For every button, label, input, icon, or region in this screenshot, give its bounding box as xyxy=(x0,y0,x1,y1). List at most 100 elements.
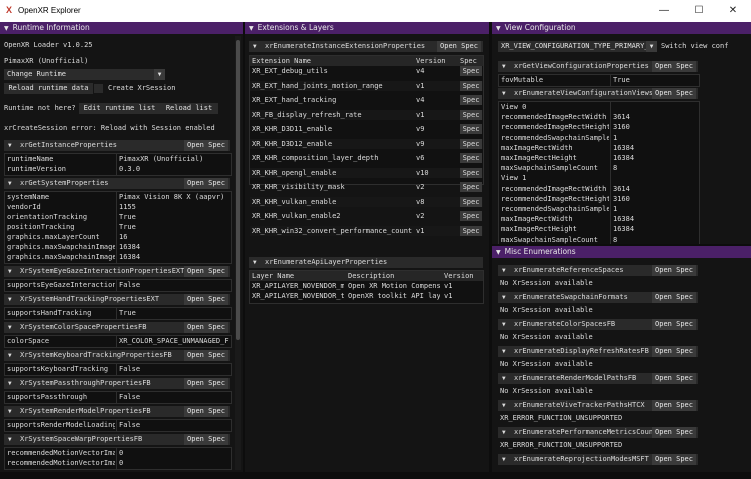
runtime-section-header[interactable]: ▼ XrSystemKeyboardTrackingPropertiesFB Ope… xyxy=(4,350,230,361)
runtime-section-header[interactable]: ▼ XrSystemSpaceWarpPropertiesFB Open Spec xyxy=(4,434,230,445)
open-spec-button[interactable]: Open Spec xyxy=(652,400,696,411)
api-layers-section-header[interactable]: ▼ xrEnumerateApiLayerProperties xyxy=(249,257,483,268)
spec-link-button[interactable]: Spec xyxy=(460,153,482,163)
misc-section-header[interactable]: ▼ xrEnumerateRenderModelPathsFB Open Spec xyxy=(498,373,698,384)
scrollbar-thumb[interactable] xyxy=(236,40,240,340)
collapse-icon[interactable]: ▼ xyxy=(502,265,506,276)
collapse-icon[interactable]: ▼ xyxy=(8,140,12,151)
view-config-views-header[interactable]: ▼ xrEnumerateViewConfigurationViews Open… xyxy=(498,88,698,99)
collapse-icon[interactable]: ▼ xyxy=(8,350,12,361)
spec-link-button[interactable]: Spec xyxy=(460,225,482,236)
collapse-icon[interactable]: ▼ xyxy=(502,427,506,438)
open-spec-button[interactable]: Open Spec xyxy=(652,88,696,99)
column-header[interactable]: Layer Name xyxy=(252,271,344,281)
collapse-icon[interactable]: ▼ xyxy=(496,249,501,256)
create-session-checkbox[interactable] xyxy=(94,84,103,93)
open-spec-button[interactable]: Open Spec xyxy=(184,140,228,151)
spec-link-button[interactable]: Spec xyxy=(460,182,482,192)
column-header[interactable]: Version xyxy=(416,56,456,66)
misc-section-header[interactable]: ▼ xrEnumerateReferenceSpaces Open Spec xyxy=(498,265,698,276)
collapse-icon[interactable]: ▼ xyxy=(253,41,257,52)
open-spec-button[interactable]: Open Spec xyxy=(652,265,696,276)
open-spec-button[interactable]: Open Spec xyxy=(184,294,228,305)
runtime-panel-scrollbar[interactable] xyxy=(235,36,241,470)
spec-link-button[interactable]: Spec xyxy=(460,138,482,149)
open-spec-button[interactable]: Open Spec xyxy=(184,322,228,333)
collapse-icon[interactable]: ▼ xyxy=(8,266,12,277)
collapse-icon[interactable]: ▼ xyxy=(249,25,254,32)
collapse-icon[interactable]: ▼ xyxy=(8,294,12,305)
chevron-down-icon[interactable]: ▼ xyxy=(646,41,657,52)
misc-section-header[interactable]: ▼ xrEnumerateViveTrackerPathsHTCX Open Spe… xyxy=(498,400,698,411)
open-spec-button[interactable]: Open Spec xyxy=(652,373,696,384)
collapse-icon[interactable]: ▼ xyxy=(502,88,506,99)
collapse-icon[interactable]: ▼ xyxy=(8,322,12,333)
runtime-section-header[interactable]: ▼ XrSystemPassthroughPropertiesFB Open Spe… xyxy=(4,378,230,389)
extensions-panel-header[interactable]: ▼ Extensions & Layers xyxy=(245,22,489,34)
view-panel-header[interactable]: ▼ View Configuration xyxy=(492,22,751,34)
spec-link-button[interactable]: Spec xyxy=(460,66,482,76)
open-spec-button[interactable]: Open Spec xyxy=(652,454,696,465)
spec-link-button[interactable]: Spec xyxy=(460,80,482,91)
close-button[interactable]: ✕ xyxy=(719,3,747,19)
spec-link-button[interactable]: Spec xyxy=(460,196,482,207)
runtime-section-header[interactable]: ▼ xrGetInstanceProperties Open Spec xyxy=(4,140,230,151)
change-runtime-dropdown[interactable]: Change Runtime ▼ xyxy=(4,69,165,80)
reload-runtime-button[interactable]: Reload runtime data xyxy=(4,83,93,94)
runtime-section-header[interactable]: ▼ XrSystemHandTrackingPropertiesEXT Open S… xyxy=(4,294,230,305)
collapse-icon[interactable]: ▼ xyxy=(4,25,9,32)
runtime-section-header[interactable]: ▼ xrGetSystemProperties Open Spec xyxy=(4,178,230,189)
maximize-button[interactable]: ☐ xyxy=(685,3,713,19)
misc-section-header[interactable]: ▼ xrEnumerateColorSpacesFB Open Spec xyxy=(498,319,698,330)
open-spec-button[interactable]: Open Spec xyxy=(652,346,696,357)
spec-link-button[interactable]: Spec xyxy=(460,109,482,120)
column-header[interactable]: Version xyxy=(444,271,480,281)
misc-section-header[interactable]: ▼ xrEnumerateSwapchainFormats Open Spec xyxy=(498,292,698,303)
misc-section-header[interactable]: ▼ xrEnumerateReprojectionModesMSFT Open Sp… xyxy=(498,454,698,465)
runtime-section-header[interactable]: ▼ XrSystemColorSpacePropertiesFB Open Spec xyxy=(4,322,230,333)
runtime-panel-header[interactable]: ▼ Runtime Information xyxy=(0,22,243,34)
spec-link-button[interactable]: Spec xyxy=(460,167,482,178)
collapse-icon[interactable]: ▼ xyxy=(502,400,506,411)
collapse-icon[interactable]: ▼ xyxy=(8,434,12,445)
open-spec-button[interactable]: Open Spec xyxy=(652,319,696,330)
column-header[interactable]: Spec xyxy=(460,56,482,66)
open-spec-button[interactable]: Open Spec xyxy=(652,61,696,72)
view-config-properties-header[interactable]: ▼ xrGetViewConfigurationProperties Open … xyxy=(498,61,698,72)
edit-runtime-list-button[interactable]: Edit runtime list xyxy=(79,103,160,114)
misc-section-header[interactable]: ▼ xrEnumerateDisplayRefreshRatesFB Open Sp… xyxy=(498,346,698,357)
runtime-section-header[interactable]: ▼ XrSystemEyeGazeInteractionPropertiesEXT… xyxy=(4,266,230,277)
collapse-icon[interactable]: ▼ xyxy=(502,346,506,357)
column-header[interactable]: Extension Name xyxy=(252,56,412,66)
runtime-section-header[interactable]: ▼ XrSystemRenderModelPropertiesFB Open Spe… xyxy=(4,406,230,417)
instance-extensions-section-header[interactable]: ▼ xrEnumerateInstanceExtensionProperties… xyxy=(249,41,483,52)
open-spec-button[interactable]: Open Spec xyxy=(184,178,228,189)
open-spec-button[interactable]: Open Spec xyxy=(184,350,228,361)
collapse-icon[interactable]: ▼ xyxy=(253,257,257,268)
reload-list-button[interactable]: Reload list xyxy=(160,103,218,114)
minimize-button[interactable]: — xyxy=(650,3,678,19)
collapse-icon[interactable]: ▼ xyxy=(8,406,12,417)
open-spec-button[interactable]: Open Spec xyxy=(652,292,696,303)
collapse-icon[interactable]: ▼ xyxy=(502,454,506,465)
collapse-icon[interactable]: ▼ xyxy=(496,25,501,32)
collapse-icon[interactable]: ▼ xyxy=(502,373,506,384)
spec-link-button[interactable]: Spec xyxy=(460,95,482,105)
open-spec-button[interactable]: Open Spec xyxy=(184,406,228,417)
collapse-icon[interactable]: ▼ xyxy=(502,61,506,72)
spec-link-button[interactable]: Spec xyxy=(460,124,482,134)
chevron-down-icon[interactable]: ▼ xyxy=(154,69,165,80)
open-spec-button[interactable]: Open Spec xyxy=(652,427,696,438)
collapse-icon[interactable]: ▼ xyxy=(8,378,12,389)
misc-section-header[interactable]: ▼ xrEnumeratePerformanceMetricsCounterPat… xyxy=(498,427,698,438)
open-spec-button[interactable]: Open Spec xyxy=(437,41,481,52)
collapse-icon[interactable]: ▼ xyxy=(502,292,506,303)
view-configuration-combo[interactable]: XR_VIEW_CONFIGURATION_TYPE_PRIMARY_STERE… xyxy=(498,41,657,52)
spec-link-button[interactable]: Spec xyxy=(460,211,482,221)
column-header[interactable]: Description xyxy=(348,271,440,281)
open-spec-button[interactable]: Open Spec xyxy=(184,434,228,445)
open-spec-button[interactable]: Open Spec xyxy=(184,378,228,389)
collapse-icon[interactable]: ▼ xyxy=(8,178,12,189)
misc-panel-header[interactable]: ▼ Misc Enumerations xyxy=(492,246,751,258)
open-spec-button[interactable]: Open Spec xyxy=(184,266,228,277)
